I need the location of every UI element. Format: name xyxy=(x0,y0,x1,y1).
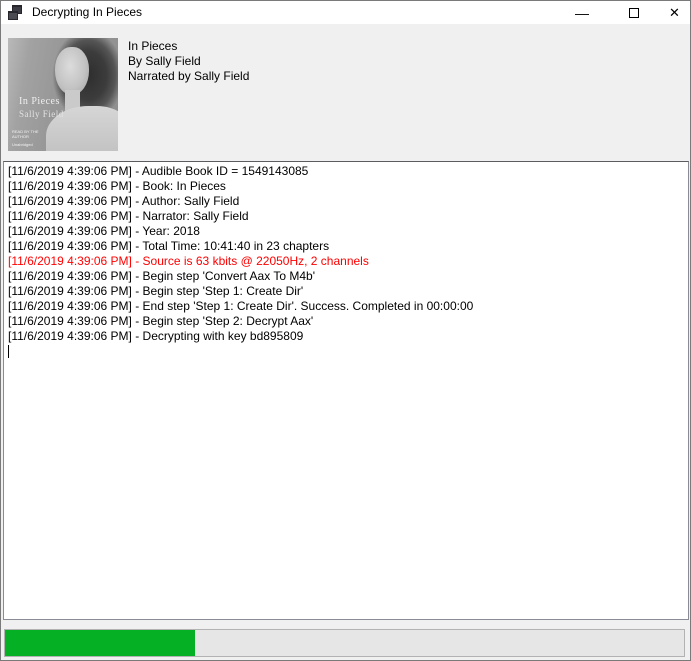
cover-edition-text: Unabridged xyxy=(12,142,33,147)
log-line: [11/6/2019 4:39:06 PM] - End step 'Step … xyxy=(8,299,684,314)
progress-bar xyxy=(4,629,685,657)
log-line: [11/6/2019 4:39:06 PM] - Decrypting with… xyxy=(8,329,684,344)
book-narrator: Narrated by Sally Field xyxy=(128,69,249,84)
log-line: [11/6/2019 4:39:06 PM] - Total Time: 10:… xyxy=(8,239,684,254)
log-line: [11/6/2019 4:39:06 PM] - Year: 2018 xyxy=(8,224,684,239)
cover-readby-text: READ BY THE AUTHOR xyxy=(12,129,42,139)
window-title: Decrypting In Pieces xyxy=(32,5,142,19)
progress-fill xyxy=(5,630,195,656)
log-line: [11/6/2019 4:39:06 PM] - Begin step 'Ste… xyxy=(8,284,684,299)
log-output: [11/6/2019 4:39:06 PM] - Audible Book ID… xyxy=(8,164,684,344)
book-author: By Sally Field xyxy=(128,54,249,69)
cover-title-text: In Pieces xyxy=(19,96,60,107)
book-info: In Pieces By Sally Field Narrated by Sal… xyxy=(128,39,249,84)
app-icon xyxy=(8,5,23,20)
book-title: In Pieces xyxy=(128,39,249,54)
minimize-icon: — xyxy=(575,5,589,21)
maximize-icon xyxy=(629,8,639,18)
cover-author-text: Sally Field xyxy=(19,109,64,119)
log-line: [11/6/2019 4:39:06 PM] - Begin step 'Con… xyxy=(8,269,684,284)
cover-portrait-face xyxy=(55,47,89,95)
log-line: [11/6/2019 4:39:06 PM] - Author: Sally F… xyxy=(8,194,684,209)
log-line: [11/6/2019 4:39:06 PM] - Source is 63 kb… xyxy=(8,254,684,269)
titlebar[interactable]: Decrypting In Pieces — ✕ xyxy=(1,1,690,24)
app-window: Decrypting In Pieces — ✕ In Pieces Sally… xyxy=(0,0,691,661)
log-line: [11/6/2019 4:39:06 PM] - Book: In Pieces xyxy=(8,179,684,194)
minimize-button[interactable]: — xyxy=(559,1,605,24)
log-caret-line xyxy=(8,344,684,359)
maximize-button[interactable] xyxy=(611,1,657,24)
log-line: [11/6/2019 4:39:06 PM] - Narrator: Sally… xyxy=(8,209,684,224)
log-textbox[interactable]: [11/6/2019 4:39:06 PM] - Audible Book ID… xyxy=(3,161,689,620)
log-line: [11/6/2019 4:39:06 PM] - Audible Book ID… xyxy=(8,164,684,179)
book-cover: In Pieces Sally Field READ BY THE AUTHOR… xyxy=(8,38,118,151)
text-caret xyxy=(8,345,9,358)
close-icon: ✕ xyxy=(669,5,680,21)
log-line: [11/6/2019 4:39:06 PM] - Begin step 'Ste… xyxy=(8,314,684,329)
close-button[interactable]: ✕ xyxy=(657,1,691,24)
